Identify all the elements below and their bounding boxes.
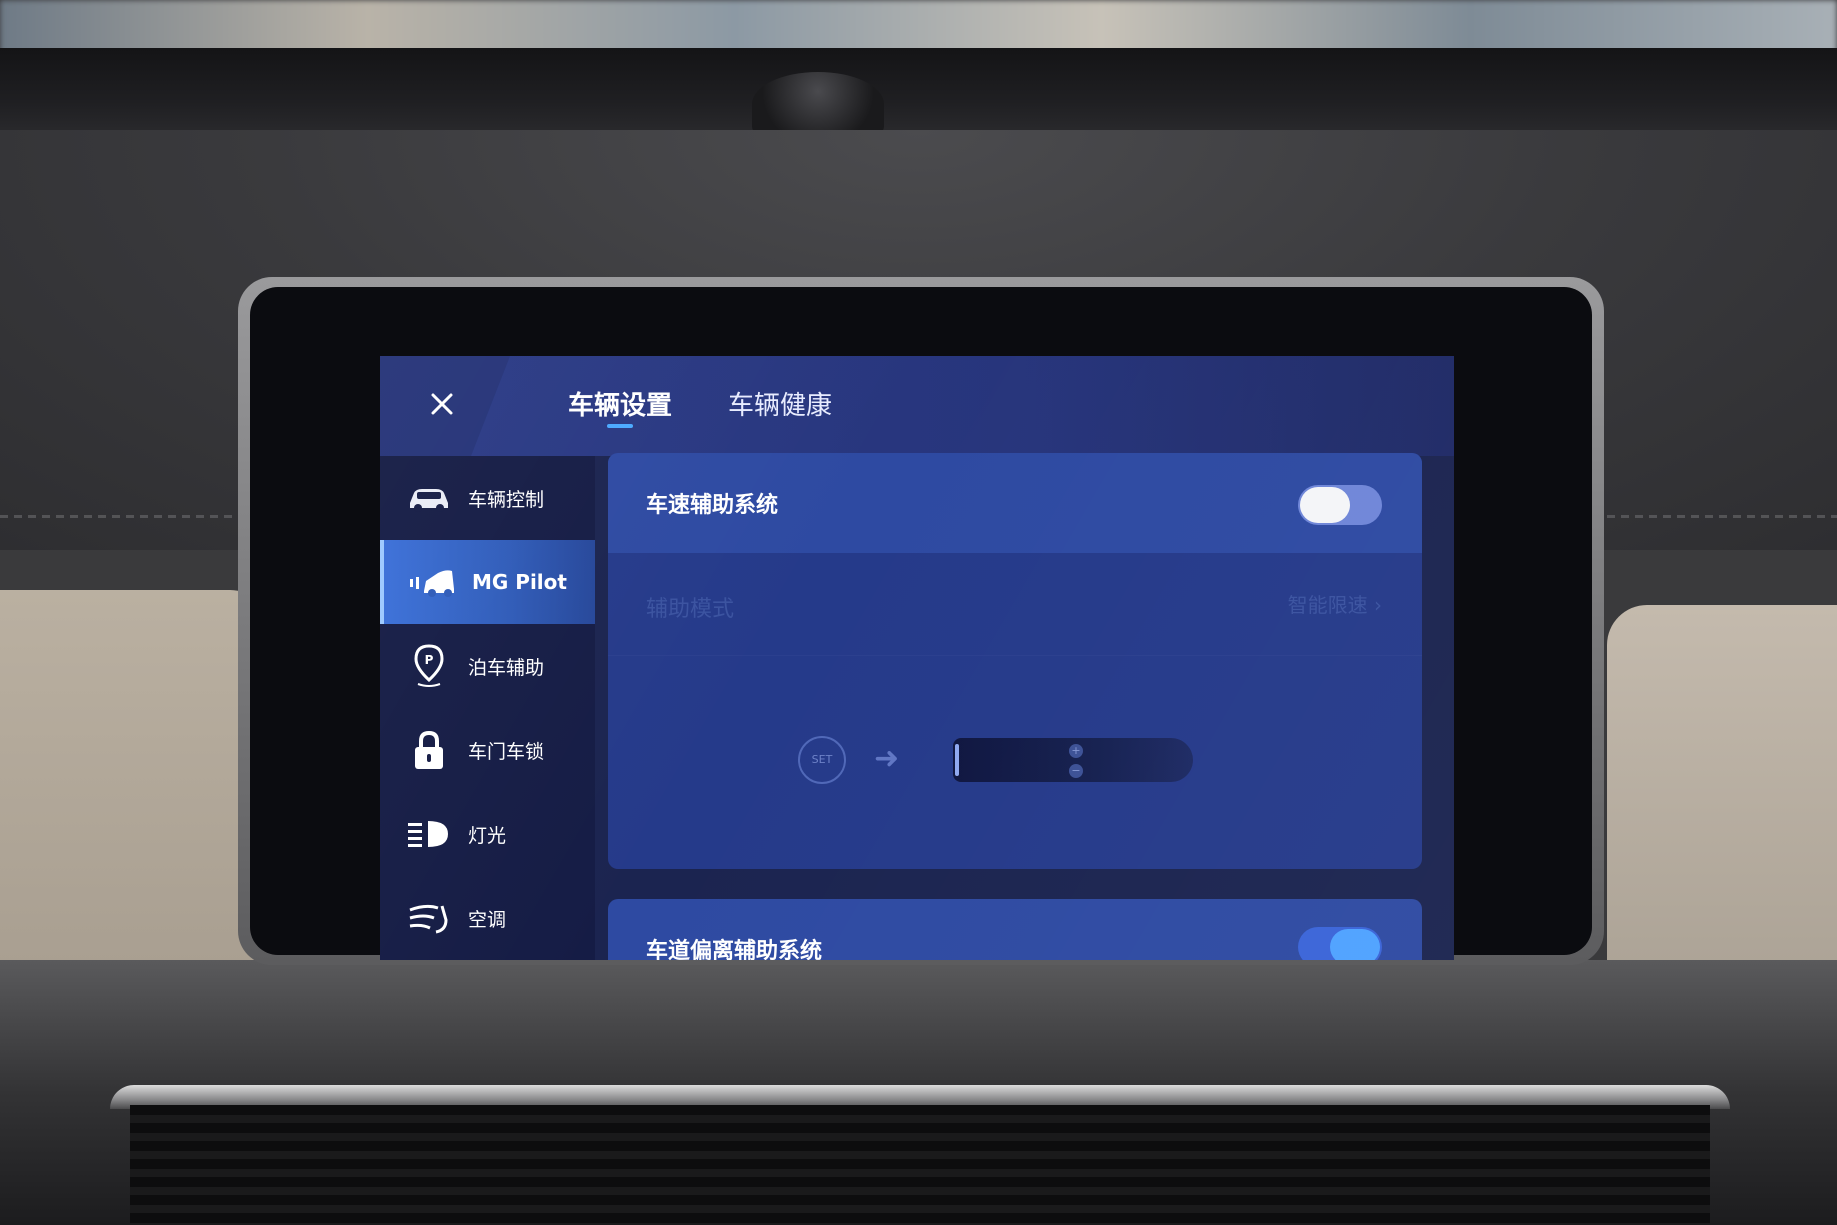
pilot-car-icon xyxy=(408,562,458,602)
stalk-illustration: SET ➜ + − xyxy=(608,656,1422,869)
lock-icon xyxy=(404,730,454,770)
sidebar-item-vehicle-control[interactable]: 车辆控制 xyxy=(380,456,595,540)
toggle-knob xyxy=(1300,487,1350,523)
assist-mode-value: 智能限速 › xyxy=(1288,589,1382,618)
lane-assist-panel[interactable]: 车道偏离辅助系统 xyxy=(608,899,1422,960)
set-button-illustration: SET xyxy=(798,736,846,784)
sidebar-item-label: MG Pilot xyxy=(472,570,567,594)
plus-icon: + xyxy=(1069,744,1083,758)
speed-assist-toggle[interactable] xyxy=(1298,485,1382,525)
lane-assist-toggle[interactable] xyxy=(1298,927,1382,960)
stalk-highlight xyxy=(955,744,959,776)
sidebar-item-parking-assist[interactable]: P 泊车辅助 xyxy=(380,624,595,708)
sidebar-item-air-conditioning[interactable]: 空调 xyxy=(380,876,595,960)
svg-text:P: P xyxy=(425,653,434,667)
sidebar-item-label: 车辆控制 xyxy=(468,488,545,511)
lane-assist-title: 车道偏离辅助系统 xyxy=(646,939,823,960)
windshield-edge xyxy=(0,48,1837,138)
chevron-right-icon: › xyxy=(1374,593,1382,617)
assist-mode-title: 辅助模式 xyxy=(646,597,735,622)
sidebar-item-label: 泊车辅助 xyxy=(468,656,545,679)
sidebar-item-lights[interactable]: 灯光 xyxy=(380,792,595,876)
leather-trim-left xyxy=(0,590,270,1010)
speed-assist-panel: 车速辅助系统 辅助模式 智能限速 › SET ➜ + − xyxy=(608,453,1422,869)
headlight-icon xyxy=(404,814,454,854)
tab-vehicle-settings[interactable]: 车辆设置 xyxy=(568,382,672,430)
sidebar-item-label: 空调 xyxy=(468,908,507,931)
active-tab-indicator xyxy=(607,424,633,428)
sidebar-item-door-lock[interactable]: 车门车锁 xyxy=(380,708,595,792)
minus-icon: − xyxy=(1069,764,1083,778)
sidebar: 车辆控制 MG Pilot P 泊车辅助 车门车锁 灯光 空调 xyxy=(380,456,595,960)
parking-pin-icon: P xyxy=(404,644,454,687)
dashboard-sensor xyxy=(752,72,884,136)
close-icon xyxy=(431,393,453,415)
assist-mode-value-text: 智能限速 xyxy=(1287,593,1368,617)
toggle-knob xyxy=(1330,929,1380,960)
air-vent xyxy=(130,1105,1710,1225)
assist-mode-row[interactable]: 辅助模式 智能限速 › xyxy=(608,553,1422,656)
infotainment-screen: 车辆设置 车辆健康 车辆控制 MG Pilot P 泊车辅助 车门车锁 灯光 空… xyxy=(380,356,1454,960)
close-button[interactable] xyxy=(422,384,462,424)
car-icon xyxy=(404,478,454,518)
arrow-right-icon: ➜ xyxy=(874,741,900,776)
tab-vehicle-health[interactable]: 车辆健康 xyxy=(728,382,832,430)
control-stalk: + − xyxy=(953,738,1193,782)
speed-assist-row[interactable]: 车速辅助系统 xyxy=(608,453,1422,553)
air-conditioning-icon xyxy=(404,898,454,938)
header-bar: 车辆设置 车辆健康 xyxy=(380,356,1454,456)
speed-assist-title: 车速辅助系统 xyxy=(646,493,779,518)
sidebar-item-label: 车门车锁 xyxy=(468,740,545,763)
sidebar-item-mg-pilot[interactable]: MG Pilot xyxy=(380,540,595,624)
sidebar-item-label: 灯光 xyxy=(468,824,507,847)
